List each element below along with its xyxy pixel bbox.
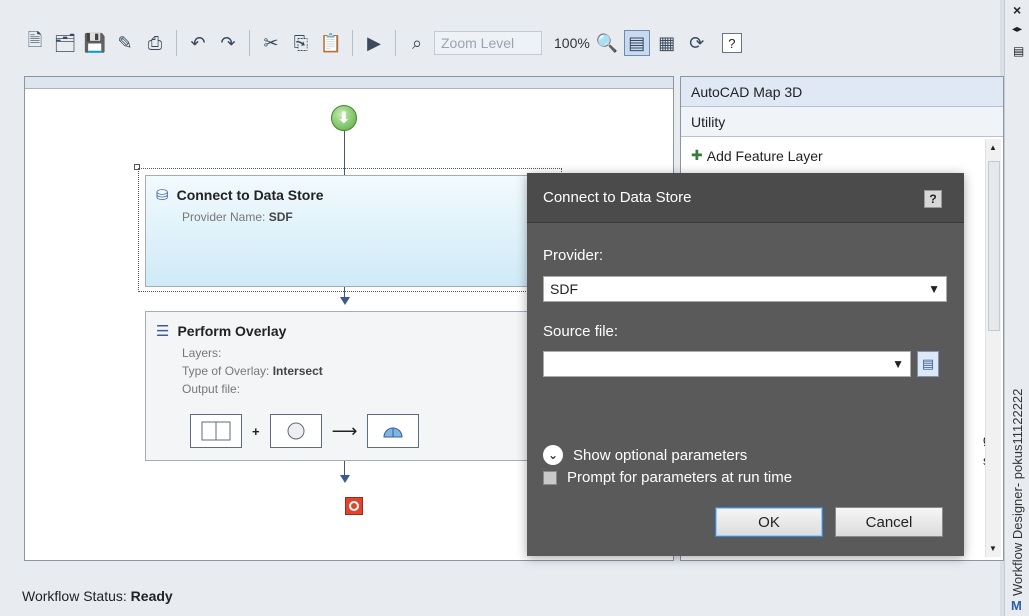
collapse-icon[interactable]: ◂▸: [1012, 24, 1022, 35]
overlay-diagram: + ⟶: [190, 414, 420, 448]
toolbar: 🗎 🗂 💾 ✎ ⎙ ↶ ↷ ✂ ⎘ 📋 ▶ ⌕ Zoom Level 100% …: [22, 22, 994, 64]
optional-label: Show optional parameters: [573, 446, 748, 464]
provider-label: Provider Name:: [182, 210, 266, 224]
vertical-title: Workflow Designer- pokus11122222: [1007, 300, 1029, 600]
cut-icon[interactable]: ✂: [258, 30, 284, 56]
activity-title: ☰ Perform Overlay: [156, 322, 286, 340]
panel-header-autocad[interactable]: AutoCAD Map 3D: [681, 77, 1003, 107]
activity-perform-overlay[interactable]: ☰ Perform Overlay Layers: Type of Overla…: [145, 311, 565, 461]
arrow-down-icon: [340, 475, 350, 483]
save-as-icon[interactable]: ✎: [112, 30, 138, 56]
close-icon[interactable]: ×: [1013, 2, 1021, 18]
paste-icon[interactable]: 📋: [318, 30, 344, 56]
overlay-type-value: Intersect: [272, 364, 323, 378]
intersect-box-icon: [367, 414, 420, 448]
redo-icon[interactable]: ↷: [215, 30, 241, 56]
overlay-type-label: Type of Overlay:: [182, 364, 270, 378]
zoom-percent[interactable]: 100%: [554, 35, 590, 51]
chevron-down-icon[interactable]: ▼: [928, 277, 940, 301]
cancel-button[interactable]: Cancel: [835, 507, 943, 537]
add-layer-icon: ✚: [691, 147, 703, 163]
zoom-icon[interactable]: 🔍: [594, 30, 620, 56]
vertical-title-text: Workflow Designer- pokus11122222: [1010, 388, 1025, 596]
panel-header-utility[interactable]: Utility: [681, 107, 1003, 137]
show-panel-icon[interactable]: ▤: [623, 30, 650, 56]
activity-connect-to-data-store[interactable]: ⛁ Connect to Data Store Provider Name: S…: [145, 175, 565, 287]
source-file-input[interactable]: ▼: [543, 351, 911, 377]
start-node-icon[interactable]: ⬇: [331, 105, 357, 131]
split-box-icon: [190, 414, 242, 448]
properties-icon[interactable]: ▦: [654, 30, 680, 56]
properties-icon[interactable]: ▤: [1013, 44, 1024, 58]
side-bottom-label: M: [1011, 598, 1022, 613]
toolbar-divider: [249, 30, 250, 56]
prompt-checkbox-row[interactable]: Prompt for parameters at run time: [543, 469, 792, 486]
provider-select-value: SDF: [550, 281, 578, 297]
prompt-checkbox[interactable]: [543, 470, 557, 485]
scrollbar-thumb[interactable]: [988, 161, 1000, 331]
toolbar-divider: [176, 30, 177, 56]
activity-title-text: Perform Overlay: [177, 323, 287, 339]
source-file-label: Source file:: [543, 323, 619, 340]
connect-data-store-icon: ⛁: [156, 187, 169, 204]
output-file-label: Output file:: [182, 382, 241, 396]
save-icon[interactable]: 💾: [82, 30, 108, 56]
undo-icon[interactable]: ↶: [185, 30, 211, 56]
dialog-header: Connect to Data Store: [527, 173, 964, 223]
help-button[interactable]: ?: [721, 33, 742, 53]
panel-item-label: Add Feature Layer: [706, 147, 823, 164]
plus-icon: +: [252, 423, 260, 439]
connect-dialog: Connect to Data Store ? Provider: SDF ▼ …: [527, 173, 964, 556]
zoom-level-input[interactable]: Zoom Level: [434, 31, 542, 55]
refresh-icon[interactable]: ⟳: [684, 30, 710, 56]
activity-provider-line: Provider Name: SDF: [182, 210, 293, 224]
arrow-right-icon: ⟶: [331, 420, 358, 441]
panel-scrollbar[interactable]: ▲ ▼: [985, 139, 1001, 557]
panel-item-add-feature-layer[interactable]: ✚ Add Feature Layer: [691, 147, 823, 164]
run-workflow-icon[interactable]: ▶: [361, 30, 387, 56]
zoom-tool-icon[interactable]: ⌕: [404, 30, 430, 56]
circle-box-icon: [269, 414, 322, 448]
dialog-help-button[interactable]: ?: [924, 190, 942, 208]
scroll-down-icon[interactable]: ▼: [989, 544, 997, 553]
toolbar-divider: [352, 30, 353, 56]
copy-icon[interactable]: ⎘: [288, 30, 314, 56]
activity-title-text: Connect to Data Store: [176, 187, 324, 203]
activity-title: ⛁ Connect to Data Store: [156, 186, 324, 204]
end-node-icon[interactable]: [345, 497, 363, 515]
prompt-label: Prompt for parameters at run time: [567, 469, 793, 486]
status-value: Ready: [130, 588, 173, 604]
dialog-title: Connect to Data Store: [543, 189, 692, 206]
overlay-icon: ☰: [156, 323, 170, 340]
toolbar-divider: [395, 30, 396, 56]
connector-line: [344, 461, 345, 475]
palette-side-strip: × ◂▸ ▤ Workflow Designer- pokus11122222 …: [1004, 0, 1029, 616]
status-label: Workflow Status:: [22, 588, 127, 604]
ok-button[interactable]: OK: [715, 507, 823, 537]
canvas-top-bar: [25, 77, 673, 89]
chevron-down-icon[interactable]: ▼: [892, 352, 904, 376]
scroll-up-icon[interactable]: ▲: [989, 143, 997, 152]
open-workflow-icon[interactable]: 🗂: [52, 30, 78, 56]
new-workflow-icon[interactable]: 🗎: [22, 30, 48, 56]
workflow-status: Workflow Status: Ready: [22, 588, 173, 604]
provider-select[interactable]: SDF ▼: [543, 276, 947, 302]
layers-label: Layers:: [182, 346, 222, 360]
overlay-type-line: Type of Overlay: Intersect: [182, 364, 323, 378]
show-optional-parameters[interactable]: ⌄ Show optional parameters: [543, 445, 747, 465]
print-icon[interactable]: ⎙: [142, 30, 168, 56]
provider-label: Provider:: [543, 247, 604, 264]
expand-chevron-icon[interactable]: ⌄: [543, 445, 563, 465]
provider-value: SDF: [268, 210, 293, 224]
arrow-down-icon: [340, 297, 350, 305]
browse-file-icon[interactable]: ▤: [917, 351, 939, 377]
